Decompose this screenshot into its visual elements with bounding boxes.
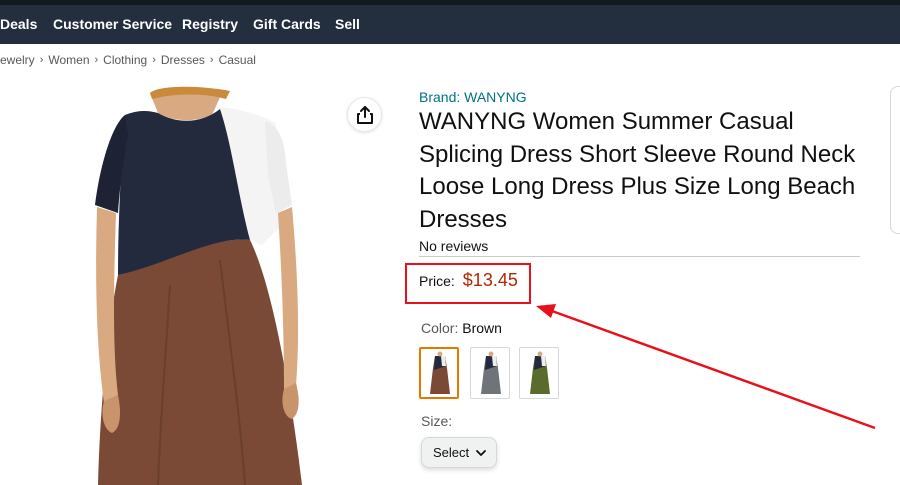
breadcrumb-separator: › [39,54,44,66]
nav-link-sell[interactable]: Sell [335,16,360,32]
product-main-image[interactable] [0,85,393,485]
share-icon [356,105,373,124]
brand-link[interactable]: Brand: WANYNG [419,89,527,105]
breadcrumb: ewelry › Women › Clothing › Dresses › Ca… [0,52,256,68]
breadcrumb-separator: › [209,54,214,66]
breadcrumb-separator: › [152,54,156,66]
color-swatch-gray[interactable] [470,347,510,399]
breadcrumb-item-jewelry[interactable]: ewelry [0,53,35,67]
nav-bar: Deals Customer Service Registry Gift Car… [0,5,900,44]
breadcrumb-item-women[interactable]: Women [48,53,89,67]
annotation-highlight-box [405,263,531,304]
color-swatch-brown[interactable] [419,347,459,399]
color-row: Color: Brown [421,320,502,336]
breadcrumb-item-casual[interactable]: Casual [219,53,256,67]
size-label: Size: [421,413,453,429]
breadcrumb-item-clothing[interactable]: Clothing [103,53,147,67]
nav-link-registry[interactable]: Registry [182,16,238,32]
product-title: WANYNG Women Summer Casual Splicing Dres… [419,108,856,233]
divider [419,256,860,257]
nav-link-deals[interactable]: Deals [0,16,37,32]
reviews-text: No reviews [419,238,489,254]
dress-thumbnail [481,351,501,394]
size-select[interactable]: Select [421,437,497,468]
size-select-value: Select [433,445,470,460]
color-swatch-green[interactable] [519,347,559,399]
buy-box-panel [890,86,900,234]
color-label: Color: [421,320,459,336]
share-button[interactable] [347,97,382,132]
breadcrumb-separator: › [94,54,99,66]
breadcrumb-item-dresses[interactable]: Dresses [161,53,205,67]
nav-link-customer-service[interactable]: Customer Service [53,16,172,32]
dress-illustration [95,86,302,485]
dress-thumbnail [430,351,450,394]
color-value: Brown [462,320,502,336]
nav-link-gift-cards[interactable]: Gift Cards [253,16,321,32]
dress-thumbnail [530,351,550,394]
chevron-down-icon [476,445,487,460]
